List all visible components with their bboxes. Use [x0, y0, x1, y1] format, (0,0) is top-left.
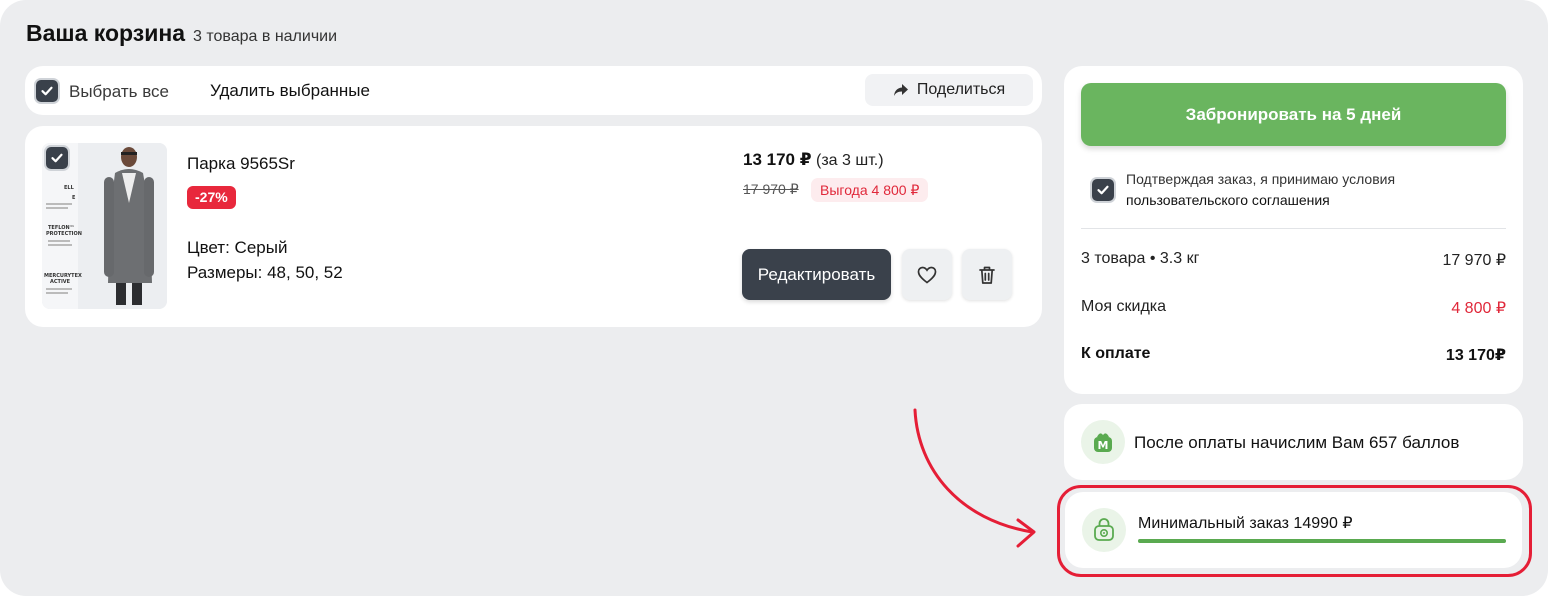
image-text-1: ELL	[64, 185, 75, 191]
annotation-arrow-icon	[913, 408, 1036, 548]
discount-badge: -27%	[187, 186, 236, 209]
cart-item: ELL E TEFLON™ PROTECTION MERCURYTEX ACTI…	[25, 126, 1042, 327]
price-row: 13 170 ₽ (за 3 шт.)	[743, 150, 884, 170]
agreement-prefix: Подтверждая заказ, я принимаю условия	[1126, 171, 1396, 187]
image-text-6: ACTIVE	[50, 279, 71, 285]
check-icon	[51, 153, 63, 163]
current-price: 13 170 ₽	[743, 150, 812, 169]
items-label: 3 товара • 3.3 кг	[1081, 250, 1200, 267]
discount-label: Моя скидка	[1081, 298, 1167, 315]
item-checkbox[interactable]	[46, 147, 68, 169]
check-icon	[41, 86, 53, 96]
items-value: 17 970 ₽	[1442, 252, 1506, 269]
min-order-card: Минимальный заказ 14990 ₽	[1065, 492, 1522, 568]
cart-toolbar: Выбрать все Удалить выбранные Поделиться	[25, 66, 1042, 115]
page-subtitle: 3 товара в наличии	[193, 28, 338, 45]
bonus-bag-icon: М	[1081, 420, 1125, 464]
old-price: 17 970 ₽	[743, 181, 799, 197]
cart-page: Ваша корзина 3 товара в наличии Выбрать …	[0, 0, 1548, 596]
min-order-text: Минимальный заказ 14990 ₽	[1138, 515, 1353, 532]
agreement-checkbox[interactable]	[1092, 179, 1114, 201]
total-value: 13 170₽	[1445, 347, 1506, 364]
bonus-icon-letter: М	[1098, 439, 1109, 452]
min-order-progress-fill	[1138, 539, 1506, 543]
items-row: 3 товара • 3.3 кг 17 970 ₽	[1081, 250, 1506, 270]
user-agreement-link[interactable]: пользовательского соглашения	[1126, 192, 1330, 208]
check-icon	[1097, 185, 1109, 195]
book-button[interactable]: Забронировать на 5 дней	[1081, 83, 1506, 146]
select-all-label[interactable]: Выбрать все	[69, 82, 169, 102]
share-label: Поделиться	[916, 81, 1006, 98]
discount-row: Моя скидка 4 800 ₽	[1081, 298, 1506, 318]
price-note: (за 3 шт.)	[816, 152, 884, 169]
lock-bag-icon	[1082, 508, 1126, 552]
bonus-text: После оплаты начислим Вам 657 баллов	[1134, 433, 1460, 452]
favorite-button[interactable]	[902, 249, 952, 300]
order-summary: Забронировать на 5 дней Подтверждая зака…	[1064, 66, 1523, 394]
discount-value: 4 800 ₽	[1451, 300, 1506, 317]
trash-icon	[979, 266, 995, 284]
delete-button[interactable]	[962, 249, 1012, 300]
share-button[interactable]: Поделиться	[865, 74, 1033, 106]
page-header: Ваша корзина 3 товара в наличии	[26, 20, 337, 47]
bonus-card: М После оплаты начислим Вам 657 баллов	[1064, 404, 1523, 480]
agreement-text: Подтверждая заказ, я принимаю условия по…	[1126, 169, 1486, 211]
select-all-checkbox[interactable]	[36, 80, 58, 102]
summary-divider	[1081, 228, 1506, 229]
savings-badge: Выгода 4 800 ₽	[811, 178, 929, 202]
total-row: К оплате 13 170₽	[1081, 345, 1506, 365]
product-color: Цвет: Серый	[187, 238, 288, 257]
heart-icon	[917, 266, 937, 284]
share-arrow-icon	[893, 84, 908, 96]
total-label: К оплате	[1081, 345, 1151, 362]
delete-selected-button[interactable]: Удалить выбранные	[210, 81, 370, 101]
edit-button[interactable]: Редактировать	[742, 249, 891, 300]
min-order-progress	[1138, 539, 1506, 543]
image-text-2: E	[72, 195, 76, 201]
product-name[interactable]: Парка 9565Sr	[187, 154, 295, 174]
product-sizes: Размеры: 48, 50, 52	[187, 263, 343, 282]
page-title: Ваша корзина	[26, 20, 186, 46]
image-text-4: PROTECTION	[46, 231, 82, 237]
